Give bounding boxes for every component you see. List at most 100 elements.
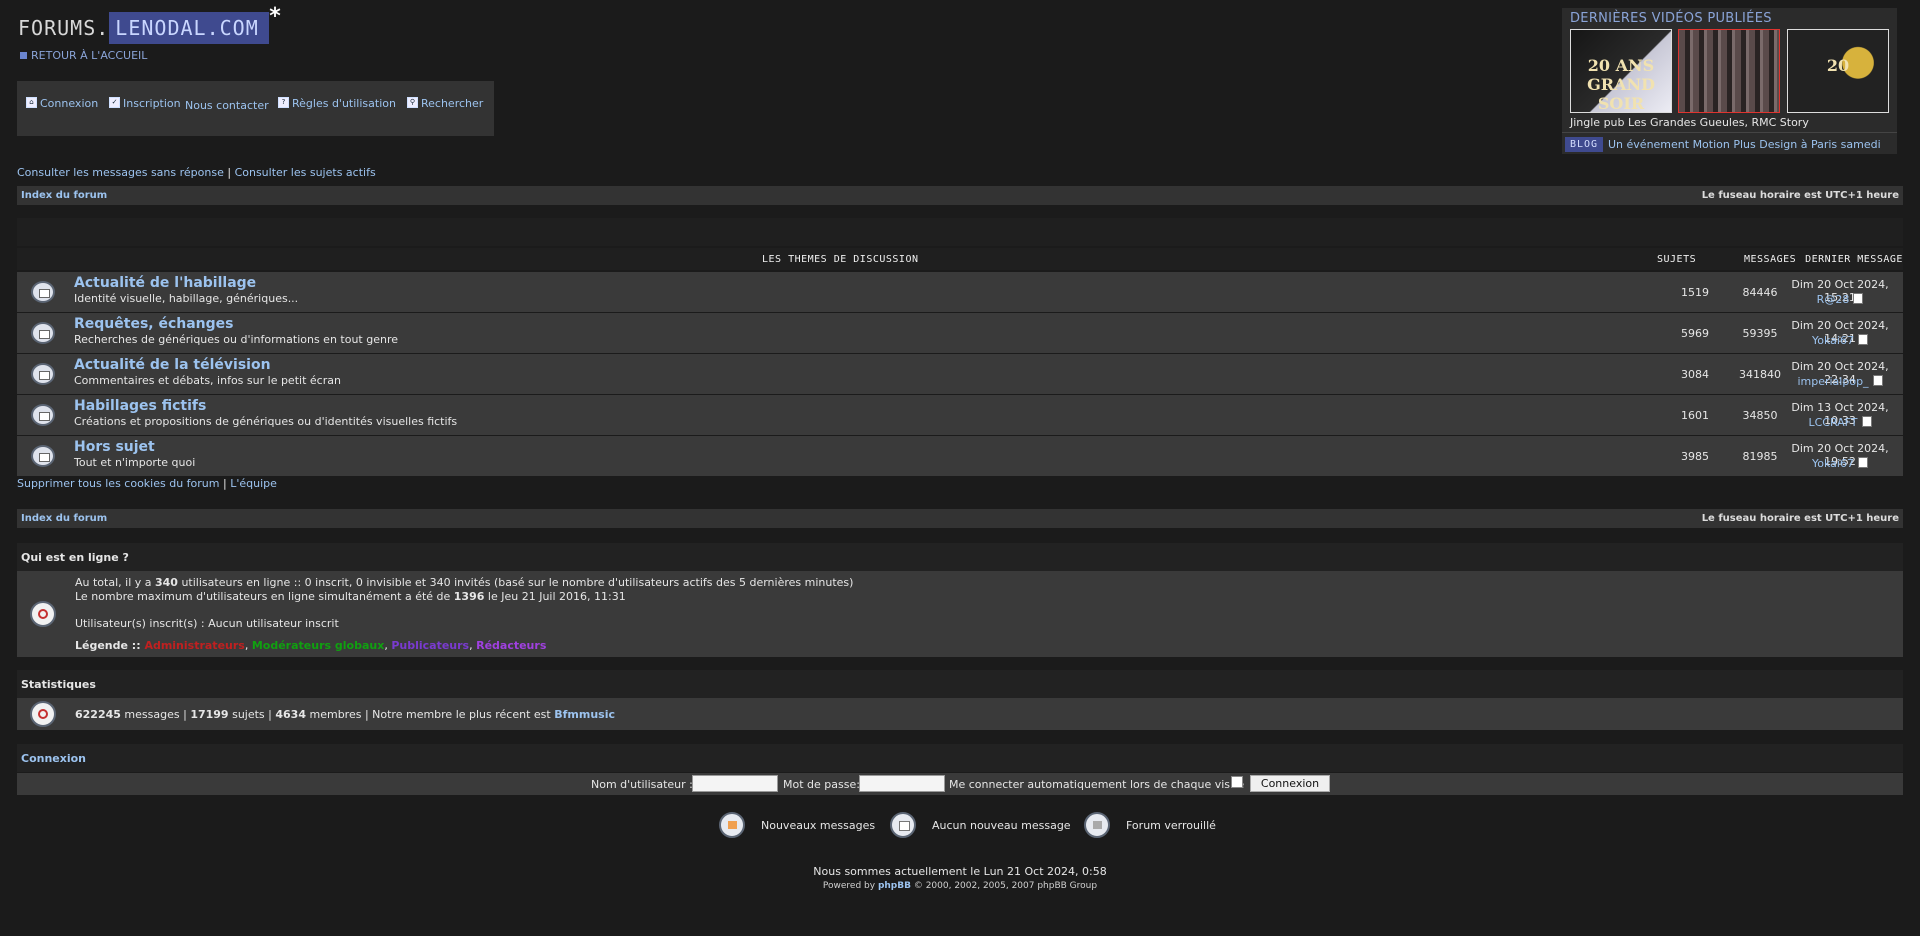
view-latest-post-icon[interactable] bbox=[1872, 375, 1883, 386]
timezone-text: Le fuseau horaire est UTC+1 heure bbox=[1701, 190, 1899, 201]
phpbb-link[interactable]: phpBB bbox=[878, 881, 911, 891]
forum-description: Recherches de génériques ou d'informatio… bbox=[74, 333, 399, 346]
active-topics-link[interactable]: Consulter les sujets actifs bbox=[235, 166, 376, 179]
menu-login[interactable]: ⌂ Connexion bbox=[26, 97, 98, 110]
last-post-author[interactable]: R@28 bbox=[1775, 293, 1905, 306]
forum-row: Actualité de la télévision Commentaires … bbox=[17, 354, 1903, 394]
breadcrumb-bar-bottom: Index du forum Le fuseau horaire est UTC… bbox=[17, 509, 1903, 528]
online-record-text: Le nombre maximum d'utilisateurs en lign… bbox=[75, 590, 626, 603]
locked-forum-icon bbox=[1084, 812, 1110, 838]
forum-description: Créations et propositions de génériques … bbox=[74, 415, 458, 428]
view-latest-post-icon[interactable] bbox=[1857, 334, 1868, 345]
powered-by: Powered by phpBB © 2000, 2002, 2005, 200… bbox=[0, 881, 1920, 891]
logo-star: * bbox=[269, 4, 281, 29]
last-post-author[interactable]: Yokai67 bbox=[1775, 334, 1905, 347]
text: le Jeu 21 Juil 2016, 11:31 bbox=[484, 590, 626, 603]
video-thumbnail-text: 20 bbox=[1826, 56, 1850, 75]
online-record-count: 1396 bbox=[453, 590, 485, 603]
last-post-author-name[interactable]: imperialpop_ bbox=[1797, 375, 1868, 388]
online-total-text: Au total, il y a 340 utilisateurs en lig… bbox=[75, 576, 853, 589]
video-thumbnail[interactable]: 20 ANS GRAND SOIR bbox=[1570, 29, 1672, 113]
forum-table-header: LES THEMES DE DISCUSSION SUJETS MESSAGES… bbox=[17, 248, 1903, 270]
square-icon bbox=[20, 52, 27, 59]
last-post-author[interactable]: LCCRAFT bbox=[1775, 416, 1905, 429]
view-latest-post-icon[interactable] bbox=[1861, 416, 1872, 427]
forum-title-link[interactable]: Actualité de la télévision bbox=[74, 357, 271, 373]
last-post-author-name[interactable]: LCCRAFT bbox=[1808, 416, 1857, 429]
online-count: 340 bbox=[155, 576, 178, 589]
icon-legend: Nouveaux messages Aucun nouveau message … bbox=[0, 812, 1920, 838]
menu-contact[interactable]: Nous contacter bbox=[185, 99, 269, 112]
register-icon: ✓ bbox=[109, 97, 120, 108]
separator: | bbox=[223, 166, 235, 179]
view-latest-post-icon[interactable] bbox=[1857, 457, 1868, 468]
video-caption[interactable]: Jingle pub Les Grandes Gueules, RMC Stor… bbox=[1570, 116, 1809, 129]
site-logo[interactable]: FORUMS. LENODAL.COM * bbox=[18, 4, 281, 44]
forum-title-link[interactable]: Actualité de l'habillage bbox=[74, 275, 256, 291]
password-input[interactable] bbox=[859, 775, 945, 792]
faq-icon: ? bbox=[278, 97, 289, 108]
forum-topic-count: 1601 bbox=[1681, 409, 1709, 422]
stats-icon bbox=[30, 701, 56, 727]
forum-title-link[interactable]: Hors sujet bbox=[74, 439, 155, 455]
forum-index-link[interactable]: Index du forum bbox=[21, 190, 107, 201]
username-input[interactable] bbox=[692, 775, 778, 792]
menu-register[interactable]: ✓ Inscription bbox=[109, 97, 181, 110]
menu-rules[interactable]: ? Règles d'utilisation bbox=[278, 97, 396, 110]
last-post-author-name[interactable]: Yokai67 bbox=[1812, 334, 1854, 347]
table-spacer bbox=[17, 218, 1903, 246]
forum-topic-count: 3084 bbox=[1681, 368, 1709, 381]
delete-cookies-link[interactable]: Supprimer tous les cookies du forum bbox=[17, 477, 220, 490]
legend-line: Légende :: Administrateurs, Modérateurs … bbox=[75, 639, 546, 652]
login-button[interactable]: Connexion bbox=[1250, 775, 1330, 792]
separator: , bbox=[244, 639, 252, 652]
stats-text: 622245 messages | 17199 sujets | 4634 me… bbox=[75, 708, 615, 721]
login-form: Nom d'utilisateur : Mot de passe: Me con… bbox=[17, 773, 1903, 795]
search-icon: ⚲ bbox=[407, 97, 418, 108]
forum-title-link[interactable]: Habillages fictifs bbox=[74, 398, 206, 414]
autologin-checkbox[interactable] bbox=[1231, 776, 1243, 788]
forum-read-icon bbox=[31, 404, 55, 426]
text: sujets | bbox=[228, 708, 276, 721]
video-thumbnail[interactable] bbox=[1678, 29, 1780, 113]
forum-description: Identité visuelle, habillage, génériques… bbox=[74, 292, 299, 305]
legend-publishers: Publicateurs bbox=[391, 639, 470, 652]
forum-row: Habillages fictifs Créations et proposit… bbox=[17, 395, 1903, 435]
team-link[interactable]: L'équipe bbox=[230, 477, 277, 490]
menu-search[interactable]: ⚲ Rechercher bbox=[407, 97, 483, 110]
unanswered-link[interactable]: Consulter les messages sans réponse bbox=[17, 166, 224, 179]
text: utilisateurs en ligne :: 0 inscrit, 0 in… bbox=[177, 576, 854, 589]
last-post-author-name[interactable]: Yokai67 bbox=[1812, 457, 1854, 470]
new-posts-icon bbox=[719, 812, 745, 838]
text: © 2000, 2002, 2005, 2007 phpBB Group bbox=[910, 881, 1098, 891]
blog-link[interactable]: Un événement Motion Plus Design à Paris … bbox=[1608, 138, 1881, 151]
login-title-link[interactable]: Connexion bbox=[21, 752, 86, 765]
blog-badge: BLOG bbox=[1565, 137, 1604, 152]
registered-users-text: Utilisateur(s) inscrit(s) : Aucun utilis… bbox=[75, 617, 339, 630]
menu-register-label: Inscription bbox=[123, 97, 181, 110]
legend-label: Légende :: bbox=[75, 639, 145, 652]
breadcrumb-bar: Index du forum Le fuseau horaire est UTC… bbox=[17, 186, 1903, 205]
stats-header: Statistiques bbox=[17, 670, 1903, 698]
newest-member-link[interactable]: Bfmmusic bbox=[554, 708, 615, 721]
forum-index-link[interactable]: Index du forum bbox=[21, 513, 107, 524]
forum-topic-count: 3985 bbox=[1681, 450, 1709, 463]
forum-topic-count: 1519 bbox=[1681, 286, 1709, 299]
stats-title: Statistiques bbox=[21, 678, 96, 691]
view-latest-post-icon[interactable] bbox=[1853, 293, 1864, 304]
login-header: Connexion bbox=[17, 744, 1903, 772]
last-post-author-name[interactable]: R@28 bbox=[1817, 293, 1850, 306]
timezone-text: Le fuseau horaire est UTC+1 heure bbox=[1701, 513, 1899, 524]
menu-login-label: Connexion bbox=[40, 97, 99, 110]
last-post-author[interactable]: imperialpop_ bbox=[1775, 375, 1905, 388]
password-label: Mot de passe: bbox=[783, 778, 860, 791]
text: Au total, il y a bbox=[75, 576, 155, 589]
last-post-author[interactable]: Yokai67 bbox=[1775, 457, 1905, 470]
text: Le nombre maximum d'utilisateurs en lign… bbox=[75, 590, 454, 603]
forum-row: Requêtes, échanges Recherches de génériq… bbox=[17, 313, 1903, 353]
current-time: Nous sommes actuellement le Lun 21 Oct 2… bbox=[813, 865, 1107, 878]
video-thumbnail[interactable]: 20 bbox=[1787, 29, 1889, 113]
latest-videos-panel: DERNIÈRES VIDÉOS PUBLIÉES 20 ANS GRAND S… bbox=[1562, 8, 1897, 154]
home-link[interactable]: RETOUR À L'ACCUEIL bbox=[20, 49, 147, 62]
forum-title-link[interactable]: Requêtes, échanges bbox=[74, 316, 234, 332]
